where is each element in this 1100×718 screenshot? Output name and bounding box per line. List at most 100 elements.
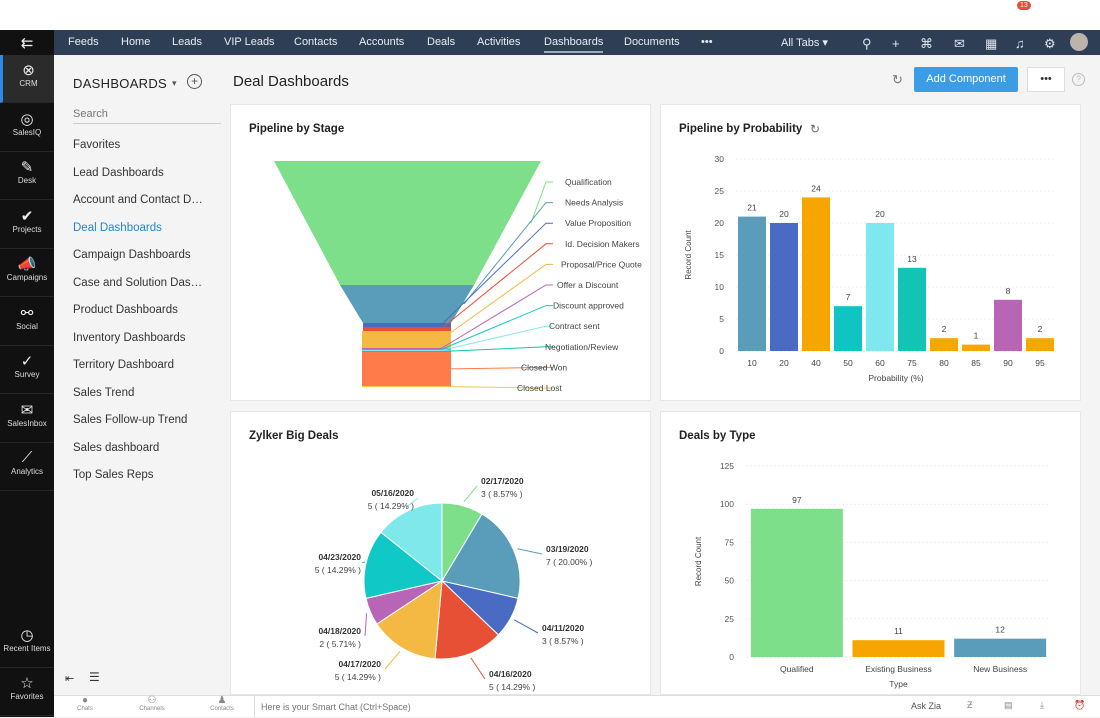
funnel-stage[interactable] bbox=[362, 349, 451, 350]
bar[interactable] bbox=[802, 197, 830, 351]
bar[interactable] bbox=[750, 508, 843, 657]
bar[interactable] bbox=[994, 299, 1022, 351]
ask-zia-button[interactable]: Ask Zia bbox=[911, 701, 941, 711]
bar[interactable] bbox=[834, 306, 862, 351]
sidebar-item[interactable]: Product Dashboards bbox=[73, 304, 208, 316]
rail-item-favorites[interactable]: ☆ Favorites bbox=[0, 668, 54, 716]
zia-icon[interactable]: Ƶ bbox=[967, 700, 973, 710]
tab-contacts[interactable]: Contacts bbox=[294, 36, 337, 48]
bar[interactable] bbox=[866, 223, 894, 351]
sidebar-item[interactable]: Top Sales Reps bbox=[73, 469, 208, 481]
bar[interactable] bbox=[954, 638, 1047, 657]
bar[interactable] bbox=[852, 640, 945, 657]
close-window-button[interactable] bbox=[13, 11, 21, 19]
stage-label: Proposal/Price Quote bbox=[561, 259, 642, 269]
tab-vip-leads[interactable]: VIP Leads bbox=[224, 36, 275, 48]
smart-chat-input[interactable] bbox=[254, 696, 894, 717]
rail-item-analytics[interactable]: ⟋ Analytics bbox=[0, 443, 54, 491]
leader-line bbox=[470, 657, 486, 680]
sidebar-item[interactable]: Sales dashboard bbox=[73, 442, 208, 454]
rail-item-recent-items[interactable]: ◷ Recent Items bbox=[0, 620, 54, 668]
sidebar-item[interactable]: Account and Contact Dashboards bbox=[73, 194, 208, 206]
funnel-stage[interactable] bbox=[362, 351, 451, 352]
sidebar-item[interactable]: Territory Dashboard bbox=[73, 359, 208, 371]
channels-button[interactable]: ⚇ Channels bbox=[137, 696, 167, 718]
minimize-window-button[interactable] bbox=[25, 11, 33, 19]
search-icon[interactable]: ⚲ bbox=[862, 36, 872, 52]
funnel-stage[interactable] bbox=[340, 285, 474, 323]
rail-item-survey[interactable]: ✓ Survey bbox=[0, 346, 54, 394]
chats-button[interactable]: ● Chats bbox=[72, 696, 98, 718]
rail-item-salesinbox[interactable]: ✉ SalesInbox bbox=[0, 395, 54, 443]
funnel-stage[interactable] bbox=[362, 331, 451, 348]
collapse-menu-icon[interactable]: ⇇ bbox=[0, 30, 54, 55]
sidebar-item[interactable]: Case and Solution Dashboards bbox=[73, 277, 208, 289]
add-component-button[interactable]: Add Component bbox=[914, 67, 1018, 92]
rail-item-campaigns[interactable]: 📣 Campaigns bbox=[0, 249, 54, 297]
tab-feeds[interactable]: Feeds bbox=[68, 36, 99, 48]
bar[interactable] bbox=[962, 344, 990, 351]
search-input[interactable] bbox=[73, 108, 221, 124]
bar[interactable] bbox=[1026, 338, 1054, 351]
tab-deals[interactable]: Deals bbox=[427, 36, 455, 48]
tab-home[interactable]: Home bbox=[121, 36, 150, 48]
maximize-window-button[interactable] bbox=[37, 11, 45, 19]
x-axis-label: Type bbox=[889, 679, 908, 689]
sidebar-item[interactable]: Sales Trend bbox=[73, 387, 208, 399]
slice-label: 05/16/2020 bbox=[371, 488, 414, 498]
sidebar-item[interactable]: Sales Follow-up Trend bbox=[73, 414, 208, 426]
rail-item-desk[interactable]: ✎ Desk bbox=[0, 152, 54, 200]
calendar-icon[interactable]: ▦ bbox=[985, 36, 997, 52]
tab--[interactable]: ••• bbox=[701, 36, 713, 48]
funnel-stage[interactable] bbox=[362, 352, 451, 386]
bar[interactable] bbox=[770, 223, 798, 351]
collapse-sidebar-icon[interactable]: ⇤ bbox=[65, 672, 74, 685]
x-tick-label: 20 bbox=[779, 358, 789, 368]
notes-icon[interactable]: ▤ bbox=[1004, 700, 1013, 711]
bar[interactable] bbox=[898, 267, 926, 351]
add-icon[interactable]: + bbox=[892, 36, 900, 51]
sidebar-item[interactable]: Lead Dashboards bbox=[73, 167, 208, 179]
mail-icon[interactable]: ✉ bbox=[954, 36, 965, 52]
rail-item-projects[interactable]: ✔ Projects bbox=[0, 201, 54, 249]
funnel-stage[interactable] bbox=[363, 327, 451, 331]
game-icon[interactable]: ⌘ bbox=[920, 36, 933, 52]
rail-item-salesiq[interactable]: ◎ SalesIQ bbox=[0, 104, 54, 152]
slice-value: 5 ( 14.29% ) bbox=[489, 682, 535, 692]
help-icon[interactable]: ? bbox=[1072, 73, 1085, 86]
tab-leads[interactable]: Leads bbox=[172, 36, 202, 48]
funnel-stage[interactable] bbox=[362, 348, 451, 349]
tab-activities[interactable]: Activities bbox=[477, 36, 520, 48]
sidebar-item[interactable]: Inventory Dashboards bbox=[73, 332, 208, 344]
star-icon: ☆ bbox=[20, 675, 34, 692]
alarm-icon[interactable]: ⏰ bbox=[1074, 700, 1085, 711]
data-label: 97 bbox=[792, 495, 802, 505]
funnel-stage[interactable] bbox=[363, 323, 451, 327]
refresh-icon[interactable]: ↻ bbox=[892, 72, 903, 88]
add-dashboard-icon[interactable]: + bbox=[187, 74, 202, 89]
download-icon[interactable]: ⤓ bbox=[1040, 700, 1044, 711]
gear-icon[interactable]: ⚙ bbox=[1044, 36, 1056, 52]
data-label: 20 bbox=[875, 209, 885, 219]
tab-dashboards[interactable]: Dashboards bbox=[544, 36, 604, 53]
bar[interactable] bbox=[738, 216, 766, 351]
tab-accounts[interactable]: Accounts bbox=[359, 36, 404, 48]
sidebar-item[interactable]: Deal Dashboards bbox=[73, 222, 208, 234]
bar[interactable] bbox=[930, 338, 958, 351]
more-options-button[interactable]: ••• bbox=[1027, 67, 1065, 92]
reorder-icon[interactable]: ☰ bbox=[89, 670, 100, 684]
all-tabs-dropdown[interactable]: All Tabs ▾ bbox=[781, 36, 828, 49]
bell-icon[interactable]: ♫ bbox=[1015, 36, 1025, 51]
avatar[interactable] bbox=[1070, 33, 1088, 51]
sidebar-item[interactable]: Campaign Dashboards bbox=[73, 249, 208, 261]
slice-label: 04/17/2020 bbox=[338, 659, 381, 669]
funnel-stage[interactable] bbox=[362, 386, 451, 387]
tab-documents[interactable]: Documents bbox=[624, 36, 680, 48]
funnel-stage[interactable] bbox=[362, 350, 451, 351]
sidebar-item[interactable]: Favorites bbox=[73, 139, 208, 151]
data-label: 20 bbox=[779, 209, 789, 219]
chevron-down-icon[interactable]: ▾ bbox=[172, 78, 177, 89]
rail-item-crm[interactable]: ⊗ CRM bbox=[0, 55, 54, 103]
contacts-button[interactable]: ♟ Contacts bbox=[207, 696, 237, 718]
rail-item-social[interactable]: ⚯ Social bbox=[0, 298, 54, 346]
